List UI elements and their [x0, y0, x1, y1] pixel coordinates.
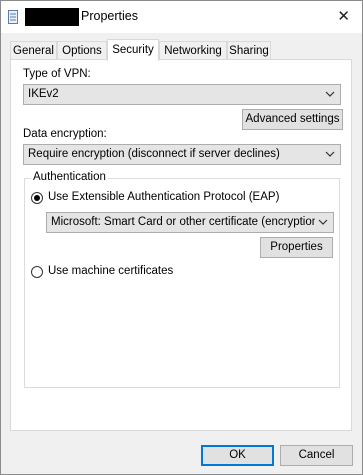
vpn-type-value: IKEv2 [28, 88, 59, 100]
window-title: Properties [81, 9, 138, 23]
authentication-group-title: Authentication [31, 171, 108, 183]
advanced-settings-button[interactable]: Advanced settings [242, 109, 343, 130]
properties-window: Properties ✕ General Options Security Ne… [0, 0, 363, 475]
data-encryption-value: Require encryption (disconnect if server… [28, 148, 280, 160]
tab-label: Sharing [229, 45, 269, 57]
vpn-type-dropdown[interactable]: IKEv2 [23, 84, 341, 105]
authentication-group: Authentication Use Extensible Authentica… [24, 171, 340, 388]
eap-radio[interactable] [31, 192, 43, 204]
chevron-down-icon [318, 219, 328, 225]
data-encryption-dropdown[interactable]: Require encryption (disconnect if server… [23, 144, 341, 165]
tab-label: General [13, 45, 54, 57]
tab-label: Options [62, 45, 102, 57]
machine-certificates-label[interactable]: Use machine certificates [48, 265, 173, 277]
tab-options[interactable]: Options [57, 41, 107, 59]
eap-method-dropdown[interactable]: Microsoft: Smart Card or other certifica… [46, 212, 334, 233]
tab-label: Security [112, 44, 154, 56]
eap-method-value: Microsoft: Smart Card or other certifica… [51, 216, 315, 228]
security-panel: Type of VPN: IKEv2 Advanced settings Dat… [10, 59, 352, 431]
data-encryption-label: Data encryption: [23, 128, 107, 140]
eap-option-label[interactable]: Use Extensible Authentication Protocol (… [48, 191, 279, 203]
document-icon [8, 10, 18, 24]
ok-button[interactable]: OK [201, 445, 274, 466]
tab-strip: General Options Security Networking Shar… [10, 39, 353, 61]
title-bar: Properties ✕ [1, 1, 362, 33]
machine-certificates-radio[interactable] [31, 266, 43, 278]
chevron-down-icon [325, 151, 335, 157]
vpn-type-label: Type of VPN: [23, 68, 91, 80]
tab-label: Networking [164, 45, 222, 57]
tab-security[interactable]: Security [107, 39, 159, 61]
tab-networking[interactable]: Networking [159, 41, 227, 59]
tab-general[interactable]: General [10, 41, 57, 59]
tab-sharing[interactable]: Sharing [227, 41, 271, 59]
redacted-connection-name [25, 8, 79, 26]
dialog-footer: OK Cancel [1, 433, 362, 474]
eap-properties-button[interactable]: Properties [260, 237, 333, 258]
close-icon[interactable]: ✕ [337, 7, 350, 25]
cancel-button[interactable]: Cancel [280, 445, 353, 466]
chevron-down-icon [325, 91, 335, 97]
